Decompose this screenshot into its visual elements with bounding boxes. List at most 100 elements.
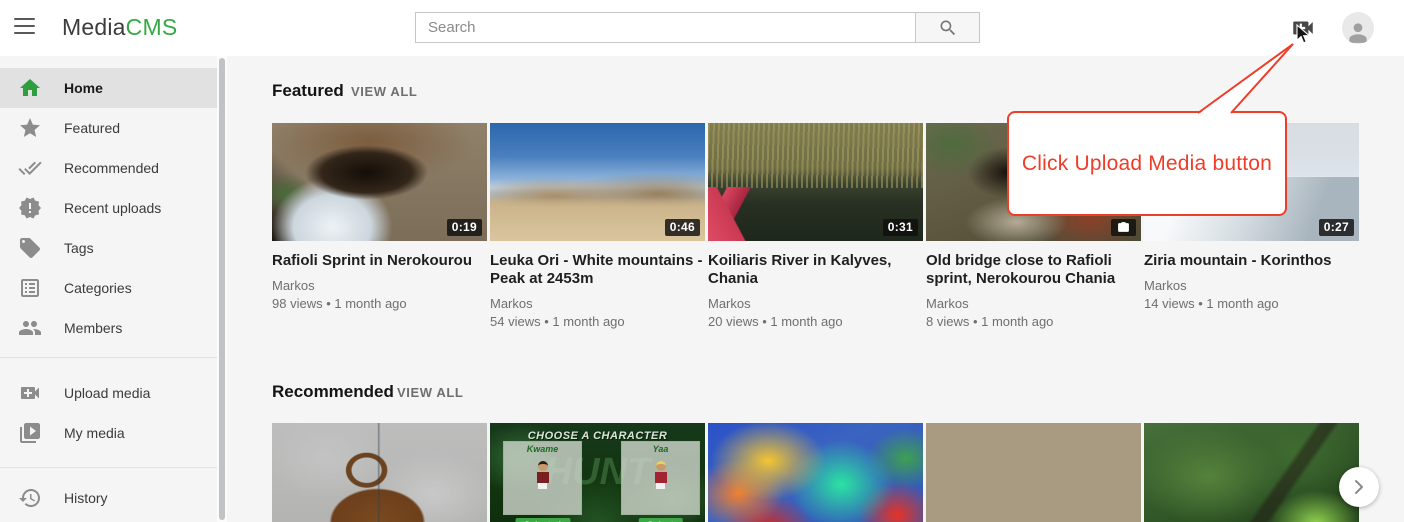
sidebar: Home Featured Recommended Recent uploads… bbox=[0, 56, 217, 522]
search-input[interactable] bbox=[415, 12, 916, 43]
star-icon bbox=[18, 116, 42, 140]
recommended-row: CHOOSE A CHARACTER HUNT Kwame Selected Y… bbox=[272, 423, 1359, 522]
sidebar-item-label: Members bbox=[64, 320, 122, 336]
video-thumbnail[interactable]: 0:31 bbox=[708, 123, 923, 241]
media-card[interactable] bbox=[708, 423, 923, 522]
logo-cms: CMS bbox=[126, 14, 178, 40]
media-card[interactable]: 0:19 Rafioli Sprint in Nerokourou Markos… bbox=[272, 123, 487, 329]
video-thumbnail[interactable]: 0:19 bbox=[272, 123, 487, 241]
game-character-name: Yaa bbox=[622, 444, 699, 454]
sidebar-item-history[interactable]: History bbox=[0, 478, 217, 518]
carousel-next-button[interactable] bbox=[1339, 467, 1379, 507]
video-thumbnail[interactable] bbox=[1144, 423, 1359, 522]
section-title-featured: Featured bbox=[272, 81, 344, 101]
view-all-recommended-link[interactable]: VIEW ALL bbox=[397, 385, 463, 400]
sidebar-item-label: Recommended bbox=[64, 160, 159, 176]
duration-badge: 0:46 bbox=[665, 219, 700, 236]
search-button[interactable] bbox=[915, 12, 980, 43]
sidebar-item-label: Upload media bbox=[64, 385, 150, 401]
sidebar-item-label: Tags bbox=[64, 240, 94, 256]
sidebar-item-members[interactable]: Members bbox=[0, 308, 217, 348]
mediacms-app: MediaCMS Home Featured Recommended Recen… bbox=[0, 0, 1404, 522]
sidebar-item-label: Home bbox=[64, 80, 103, 96]
sidebar-divider bbox=[0, 357, 217, 358]
image-type-badge bbox=[1111, 219, 1136, 236]
sidebar-item-categories[interactable]: Categories bbox=[0, 268, 217, 308]
done-all-icon bbox=[18, 156, 42, 180]
sidebar-item-featured[interactable]: Featured bbox=[0, 108, 217, 148]
sidebar-scrollbar-thumb[interactable] bbox=[219, 58, 225, 520]
sidebar-item-label: History bbox=[64, 490, 108, 506]
media-card[interactable]: 0:46 Leuka Ori - White mountains - Peak … bbox=[490, 123, 705, 329]
game-character-name: Kwame bbox=[504, 444, 581, 454]
media-card[interactable]: 0:31 Koiliaris River in Kalyves, Chania … bbox=[708, 123, 923, 329]
person-icon bbox=[1345, 18, 1371, 44]
video-thumbnail[interactable] bbox=[272, 423, 487, 522]
sidebar-item-label: Recent uploads bbox=[64, 200, 161, 216]
video-library-icon bbox=[18, 421, 42, 445]
search-icon bbox=[938, 18, 958, 38]
media-card[interactable] bbox=[272, 423, 487, 522]
media-title[interactable]: Koiliaris River in Kalyves, Chania bbox=[708, 252, 923, 288]
view-all-featured-link[interactable]: VIEW ALL bbox=[351, 84, 417, 99]
video-call-icon bbox=[18, 381, 42, 405]
sidebar-scrollbar-track[interactable] bbox=[217, 56, 227, 522]
annotation-callout: Click Upload Media button bbox=[1007, 111, 1287, 216]
top-bar: MediaCMS bbox=[0, 0, 1404, 56]
logo[interactable]: MediaCMS bbox=[62, 14, 177, 41]
sidebar-item-home[interactable]: Home bbox=[0, 68, 217, 108]
media-author[interactable]: Markos bbox=[708, 296, 923, 311]
media-card[interactable]: CHOOSE A CHARACTER HUNT Kwame Selected Y… bbox=[490, 423, 705, 522]
game-select-button: Select bbox=[638, 518, 683, 522]
chevron-right-icon bbox=[1353, 478, 1365, 496]
sidebar-item-my-media[interactable]: My media bbox=[0, 413, 217, 453]
game-character-panel: Kwame Selected bbox=[503, 441, 582, 515]
annotation-text: Click Upload Media button bbox=[1022, 152, 1272, 176]
media-author[interactable]: Markos bbox=[490, 296, 705, 311]
media-title[interactable]: Old bridge close to Rafioli sprint, Nero… bbox=[926, 252, 1141, 288]
media-author[interactable]: Markos bbox=[1144, 278, 1359, 293]
media-card[interactable] bbox=[926, 423, 1141, 522]
video-thumbnail[interactable] bbox=[926, 423, 1141, 522]
duration-badge: 0:27 bbox=[1319, 219, 1354, 236]
media-title[interactable]: Rafioli Sprint in Nerokourou bbox=[272, 252, 487, 270]
video-thumbnail[interactable]: 0:46 bbox=[490, 123, 705, 241]
sidebar-item-tags[interactable]: Tags bbox=[0, 228, 217, 268]
video-thumbnail[interactable] bbox=[708, 423, 923, 522]
game-selected-button: Selected bbox=[515, 518, 570, 522]
tag-icon bbox=[18, 236, 42, 260]
home-icon bbox=[18, 76, 42, 100]
duration-badge: 0:19 bbox=[447, 219, 482, 236]
sidebar-item-label: Categories bbox=[64, 280, 132, 296]
new-releases-icon bbox=[18, 196, 42, 220]
logo-media: Media bbox=[62, 14, 126, 40]
media-meta: 20 views • 1 month ago bbox=[708, 314, 923, 329]
sidebar-item-upload-media[interactable]: Upload media bbox=[0, 373, 217, 413]
media-meta: 98 views • 1 month ago bbox=[272, 296, 487, 311]
duration-badge: 0:31 bbox=[883, 219, 918, 236]
media-card[interactable] bbox=[1144, 423, 1359, 522]
history-icon bbox=[18, 486, 42, 510]
camera-icon bbox=[1117, 221, 1130, 234]
media-title[interactable]: Leuka Ori - White mountains - Peak at 24… bbox=[490, 252, 705, 288]
game-character-sprite bbox=[536, 461, 550, 489]
sidebar-item-recommended[interactable]: Recommended bbox=[0, 148, 217, 188]
game-character-panel: Yaa Select bbox=[621, 441, 700, 515]
media-meta: 54 views • 1 month ago bbox=[490, 314, 705, 329]
section-title-recommended: Recommended bbox=[272, 382, 394, 402]
menu-icon[interactable] bbox=[14, 18, 38, 38]
video-call-icon bbox=[1290, 15, 1316, 41]
sidebar-item-recent-uploads[interactable]: Recent uploads bbox=[0, 188, 217, 228]
upload-media-button[interactable] bbox=[1290, 15, 1316, 41]
people-icon bbox=[18, 316, 42, 340]
media-author[interactable]: Markos bbox=[272, 278, 487, 293]
game-character-sprite bbox=[654, 461, 668, 489]
sidebar-item-label: My media bbox=[64, 425, 125, 441]
categories-icon bbox=[18, 276, 42, 300]
media-meta: 14 views • 1 month ago bbox=[1144, 296, 1359, 311]
media-author[interactable]: Markos bbox=[926, 296, 1141, 311]
user-avatar[interactable] bbox=[1342, 12, 1374, 44]
sidebar-divider bbox=[0, 467, 217, 468]
media-title[interactable]: Ziria mountain - Korinthos bbox=[1144, 252, 1359, 270]
video-thumbnail[interactable]: CHOOSE A CHARACTER HUNT Kwame Selected Y… bbox=[490, 423, 705, 522]
